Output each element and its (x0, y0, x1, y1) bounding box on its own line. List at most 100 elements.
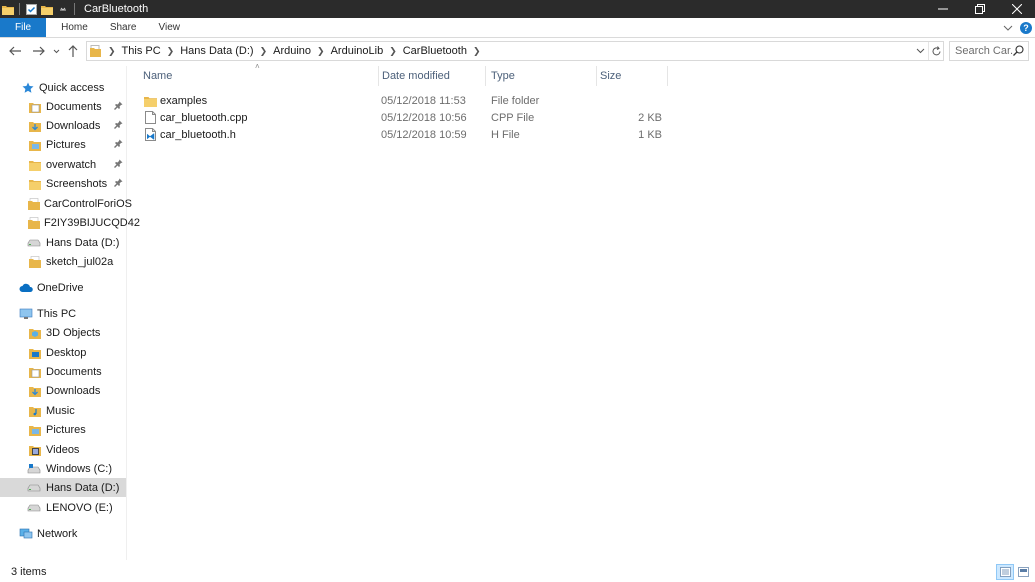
sidebar-item-documents-pc[interactable]: Documents (0, 362, 126, 381)
table-row[interactable]: examples 05/12/2018 11:53 File folder (128, 92, 1035, 109)
pin-icon[interactable] (114, 139, 123, 151)
sidebar-label: overwatch (46, 158, 97, 171)
sidebar-item-lenovo-e[interactable]: LENOVO (E:) (0, 498, 126, 517)
sidebar-item-sketch-jul02a[interactable]: sketch_jul02a (0, 252, 126, 271)
sidebar-label: sketch_jul02a (46, 255, 114, 268)
column-header-name[interactable]: Name (128, 66, 378, 86)
customize-toolbar-chevron-icon[interactable] (55, 0, 71, 18)
details-view-icon[interactable] (996, 564, 1014, 580)
sidebar-item-f2iy39bijucqd42[interactable]: F2IY39BIJUCQD42 (0, 213, 140, 232)
sidebar-item-network[interactable]: Network (0, 524, 126, 543)
column-divider[interactable] (667, 66, 668, 86)
sidebar-item-downloads-pc[interactable]: Downloads (0, 381, 126, 400)
sidebar-item-hans-data-pc[interactable]: Hans Data (D:) (0, 478, 126, 497)
column-header-type[interactable]: Type (476, 66, 586, 86)
file-date: 05/12/2018 10:56 (381, 111, 467, 124)
quick-access-toolbar (0, 0, 78, 18)
sidebar-item-3d-objects[interactable]: 3D Objects (0, 323, 126, 342)
up-button[interactable] (62, 40, 84, 62)
column-header-date[interactable]: Date modified (367, 66, 475, 86)
chevron-right-icon[interactable]: ❯ (317, 46, 325, 57)
tab-file[interactable]: File (0, 18, 47, 37)
sidebar-item-quick-access[interactable]: Quick access (0, 78, 126, 97)
chevron-right-icon[interactable]: ❯ (108, 46, 116, 57)
large-icons-view-icon[interactable] (1014, 564, 1032, 580)
explorer-folder-icon[interactable] (0, 0, 16, 18)
sidebar-item-screenshots[interactable]: Screenshots (0, 174, 126, 193)
breadcrumb-hans-data[interactable]: Hans Data (D:) (180, 45, 253, 57)
column-header-size[interactable]: Size (585, 66, 665, 86)
help-icon: ? (1020, 22, 1032, 34)
network-icon (19, 527, 33, 541)
new-folder-icon[interactable] (39, 0, 55, 18)
view-switcher (996, 564, 1032, 580)
sidebar-label: LENOVO (E:) (46, 501, 113, 514)
folder-icon (28, 177, 42, 191)
help-button[interactable]: ? (1017, 18, 1035, 38)
expand-ribbon-chevron-icon[interactable] (999, 18, 1017, 38)
chevron-right-icon[interactable]: ❯ (389, 46, 397, 57)
3d-objects-icon (28, 326, 42, 340)
search-icon[interactable] (1013, 45, 1024, 59)
code-file-icon (145, 126, 156, 143)
sidebar-item-downloads[interactable]: Downloads (0, 116, 126, 135)
forward-button[interactable] (28, 40, 50, 62)
minimize-button[interactable] (924, 0, 961, 18)
sidebar-label: Windows (C:) (46, 462, 113, 475)
sidebar-item-pictures[interactable]: Pictures (0, 135, 126, 154)
sidebar-item-desktop[interactable]: Desktop (0, 343, 126, 362)
sidebar-item-onedrive[interactable]: OneDrive (0, 278, 126, 297)
sidebar-label: Downloads (46, 384, 101, 397)
sidebar-item-documents[interactable]: Documents (0, 97, 126, 116)
sidebar-item-this-pc[interactable]: This PC (0, 304, 126, 323)
breadcrumb-carbluetooth[interactable]: CarBluetooth (403, 45, 467, 57)
search-box[interactable] (949, 41, 1029, 61)
sidebar-item-carcontrolforios[interactable]: CarControlForiOS (0, 194, 132, 213)
ribbon-tabs: File Home Share View ? (0, 18, 1035, 38)
properties-icon[interactable] (23, 0, 39, 18)
breadcrumb-this-pc[interactable]: This PC (122, 45, 161, 57)
sidebar-item-overwatch[interactable]: overwatch (0, 155, 126, 174)
pin-icon[interactable] (114, 178, 123, 190)
tab-view[interactable]: View (148, 18, 192, 37)
search-input[interactable] (955, 45, 1013, 57)
sidebar-label: Hans Data (D:) (46, 236, 120, 249)
sidebar-item-videos[interactable]: Videos (0, 440, 126, 459)
restore-button[interactable] (961, 0, 998, 18)
music-icon (28, 404, 42, 418)
sidebar-item-hans-data-quick[interactable]: Hans Data (D:) (0, 233, 126, 252)
sidebar-item-windows-c[interactable]: Windows (C:) (0, 459, 126, 478)
address-history-chevron-icon[interactable] (913, 42, 928, 60)
sidebar-label: F2IY39BIJUCQD42 (44, 216, 140, 229)
tab-share[interactable]: Share (99, 18, 148, 37)
chevron-right-icon[interactable]: ❯ (473, 46, 481, 57)
recent-locations-chevron-icon[interactable] (50, 40, 62, 62)
file-list: Name ˄ Date modified Type Size examples … (128, 62, 1035, 560)
address-bar[interactable]: ❯ This PC ❯ Hans Data (D:) ❯ Arduino ❯ Ardui… (86, 41, 944, 61)
table-row[interactable]: car_bluetooth.h 05/12/2018 10:59 H File … (128, 126, 1035, 143)
tab-home[interactable]: Home (50, 18, 99, 37)
pin-icon[interactable] (114, 101, 123, 113)
sidebar-item-pictures-pc[interactable]: Pictures (0, 420, 126, 439)
file-type: H File (491, 128, 520, 141)
sidebar-label: Music (46, 404, 75, 417)
videos-icon (28, 443, 42, 457)
pin-icon[interactable] (114, 120, 123, 132)
close-button[interactable] (998, 0, 1035, 18)
ribbon-right-controls: ? (999, 18, 1035, 38)
folder-icon (28, 197, 40, 211)
refresh-icon[interactable] (928, 42, 943, 60)
table-row[interactable]: car_bluetooth.cpp 05/12/2018 10:56 CPP F… (128, 109, 1035, 126)
sidebar-item-music[interactable]: Music (0, 401, 126, 420)
item-count: 3 items (11, 566, 47, 578)
sidebar-label: OneDrive (37, 281, 84, 294)
folder-icon (28, 158, 42, 172)
breadcrumb-arduinolib[interactable]: ArduinoLib (331, 45, 384, 57)
breadcrumb-arduino[interactable]: Arduino (273, 45, 311, 57)
chevron-right-icon[interactable]: ❯ (260, 46, 268, 57)
pin-icon[interactable] (114, 159, 123, 171)
file-size: 2 KB (638, 111, 662, 124)
desktop-icon (28, 346, 42, 360)
back-button[interactable] (4, 40, 26, 62)
chevron-right-icon[interactable]: ❯ (167, 46, 175, 57)
